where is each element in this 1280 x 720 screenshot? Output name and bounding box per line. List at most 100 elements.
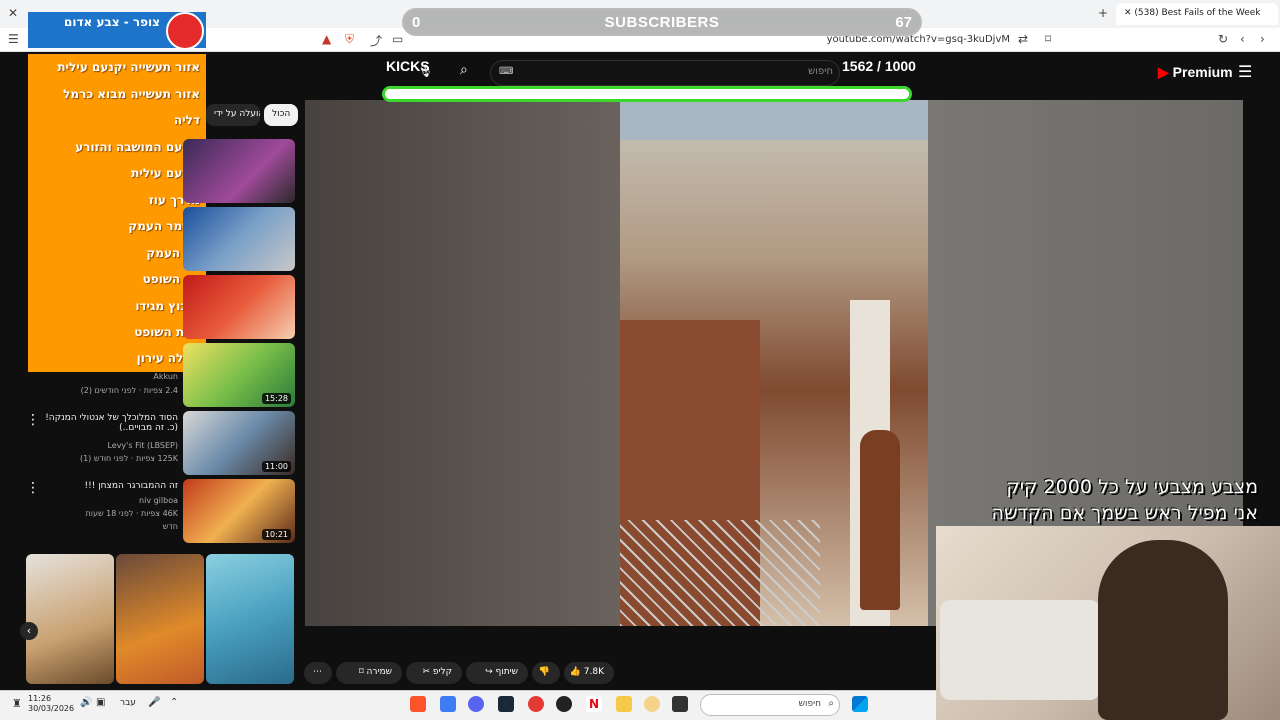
file-explorer-icon[interactable] <box>616 696 632 712</box>
subscribers-right-count: 67 <box>895 14 912 31</box>
video-title[interactable]: הסוד המלוכלך של אנטולי המנקה! (כ. זה מבו… <box>38 413 178 433</box>
taskbar-search-label: חיפוש <box>798 699 821 709</box>
subscribers-bar: 0 SUBSCRIBERS 67 <box>402 8 922 36</box>
app-icon-2[interactable] <box>644 696 660 712</box>
video-duration: 10:21 <box>261 529 291 540</box>
more-actions-button[interactable]: ⋯ <box>304 662 332 684</box>
chip-all[interactable]: הכול <box>264 104 299 126</box>
chip-uploaded-by[interactable]: הועלה על ידי <box>206 104 260 126</box>
like-button[interactable]: 7.8K 👍 <box>564 662 614 684</box>
warning-icon[interactable]: ▲ <box>322 32 331 46</box>
plus-icon[interactable]: + <box>1098 6 1108 20</box>
kicks-progress-bar <box>382 86 912 102</box>
cast-icon[interactable]: ▭ <box>392 32 403 46</box>
bookmark-icon[interactable]: ⌑ <box>1045 32 1051 46</box>
search-input[interactable]: ⌨ חיפוש <box>490 60 840 86</box>
reload-icon[interactable]: ↻ <box>1218 32 1228 46</box>
tab-close-icon[interactable]: ✕ <box>1124 8 1134 18</box>
terminal-icon[interactable] <box>672 696 688 712</box>
carousel-prev-icon[interactable]: ‹ <box>20 622 38 640</box>
shorts-thumbnail[interactable] <box>206 554 294 684</box>
kicks-progress-fill <box>385 89 909 99</box>
video-thumbnail[interactable] <box>183 275 295 339</box>
video-meta: 2.4 צפיות · לפני חודשים (2) <box>80 386 178 395</box>
hamburger-icon[interactable]: ☰ <box>1238 62 1252 81</box>
discord-icon[interactable] <box>468 696 484 712</box>
weather-icon[interactable]: ♜ <box>12 697 22 710</box>
share-label: שיתוף <box>495 667 518 677</box>
video-thumbnail[interactable]: 11:00 <box>183 411 295 475</box>
brave-icon[interactable] <box>410 696 426 712</box>
webcam-person <box>1098 540 1228 720</box>
alert-item: דליה <box>173 113 200 127</box>
share-button[interactable]: שיתוף ↪ <box>466 662 528 684</box>
video-thumbnail[interactable] <box>183 139 295 203</box>
tab-active[interactable]: ✕ (538) Best Fails of the Week <box>1116 3 1278 25</box>
app-icon[interactable] <box>440 696 456 712</box>
microphone-icon[interactable]: 🎤 <box>148 697 160 708</box>
netflix-icon[interactable]: N <box>586 696 602 712</box>
video-badge-new: חדש <box>162 522 178 531</box>
language-indicator[interactable]: עבר <box>120 698 136 708</box>
scissors-icon: ✂ <box>422 667 430 677</box>
more-horizontal-icon: ⋯ <box>313 667 322 677</box>
video-blur-left <box>305 100 620 626</box>
youtube-app-icon[interactable] <box>528 696 544 712</box>
share-icon[interactable]: ⤴ <box>370 32 382 49</box>
close-icon[interactable]: ✕ <box>8 6 18 20</box>
shorts-thumbnail[interactable] <box>116 554 204 684</box>
red-alert-list: אזור תעשייה יקנעם עילית אזור תעשייה מבוא… <box>28 54 206 372</box>
tune-icon[interactable]: ⇄ <box>1018 32 1028 46</box>
video-meta: 46K צפיות · לפני 18 שעות <box>85 509 179 518</box>
back-icon[interactable]: ‹ <box>1240 32 1245 46</box>
clip-button[interactable]: קליפ ✂ <box>406 662 462 684</box>
save-label: שמירה <box>366 667 392 677</box>
keyboard-icon[interactable]: ⌨ <box>499 66 513 77</box>
chevron-up-icon[interactable]: ⌃ <box>170 697 178 708</box>
dislike-button[interactable]: 👎 <box>532 662 560 684</box>
youtube-premium-logo[interactable]: ▶ Premium <box>1158 64 1233 81</box>
red-alert-title: צופר - צבע אדום <box>64 15 160 29</box>
donation-line-1: מצבע מצבעי על כל 2000 קיק <box>1006 476 1258 498</box>
search-icon: ⌕ <box>828 698 834 709</box>
thumbs-down-icon: 👎 <box>538 667 550 677</box>
video-title[interactable]: זה ההמבורגר המצחן !!! <box>38 481 178 491</box>
network-icon[interactable]: ▣ <box>96 697 105 708</box>
search-placeholder: חיפוש <box>808 66 833 77</box>
video-thumbnail[interactable]: 15:28 <box>183 343 295 407</box>
video-duration: 11:00 <box>261 461 291 472</box>
brave-shield-icon[interactable]: ⛨ <box>345 32 354 47</box>
more-options-icon[interactable]: ⋮ <box>26 480 40 496</box>
kicks-goal: 1562 / 1000 <box>842 58 916 74</box>
video-channel[interactable]: Akkun <box>38 372 178 381</box>
shorts-thumbnail[interactable] <box>26 554 114 684</box>
windows-start-icon[interactable] <box>852 696 868 712</box>
alert-item: אזור תעשייה מבוא כרמל <box>63 87 200 101</box>
steam-icon[interactable] <box>498 696 514 712</box>
forward-icon[interactable]: › <box>1260 32 1265 46</box>
speaker-icon[interactable]: 🔊 <box>80 697 92 708</box>
share-arrow-icon: ↪ <box>485 667 493 677</box>
alert-item: אזור תעשייה יקנעם עילית <box>57 60 200 74</box>
donation-overlay-text: מצבע מצבעי על כל 2000 קיק אני מפיל ראש ב… <box>940 474 1258 526</box>
clock-date: 30/03/2026 <box>28 704 75 713</box>
video-thumbnail[interactable] <box>183 207 295 271</box>
webcam-bed <box>940 600 1100 700</box>
video-channel[interactable]: niv gilboa <box>38 496 178 505</box>
tab-title: (538) Best Fails of the Week <box>1134 8 1261 18</box>
bookmark-icon: ⌑ <box>359 667 364 677</box>
chatgpt-icon[interactable] <box>556 696 572 712</box>
red-alert-logo-icon <box>166 12 204 50</box>
taskbar-search[interactable]: חיפוש ⌕ <box>700 694 840 716</box>
clip-label: קליפ <box>432 667 452 677</box>
more-options-icon[interactable]: ⋮ <box>26 412 40 428</box>
clock-time: 11:26 <box>28 694 52 703</box>
video-thumbnail[interactable]: 10:21 <box>183 479 295 543</box>
save-button[interactable]: שמירה ⌑ <box>336 662 402 684</box>
video-channel[interactable]: Levy's Fit (LBSEP) <box>38 441 178 450</box>
premium-label: Premium <box>1172 64 1233 80</box>
search-icon[interactable]: ⌕ <box>460 62 468 78</box>
subscribers-label: SUBSCRIBERS <box>604 14 720 31</box>
menu-icon[interactable]: ☰ <box>8 32 19 46</box>
system-clock[interactable]: 11:26 30/03/2026 <box>28 694 74 714</box>
